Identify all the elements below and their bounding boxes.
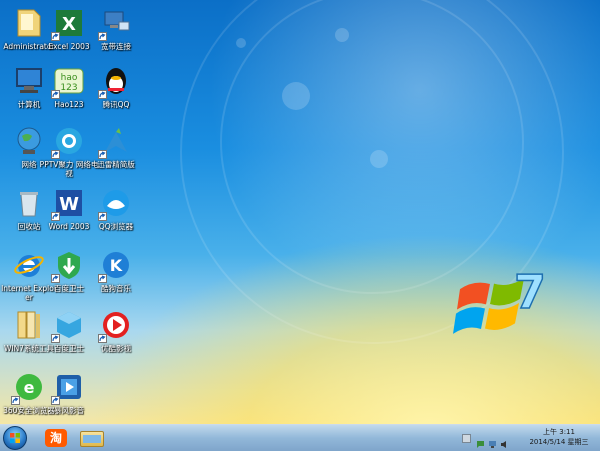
shortcut-arrow-icon [11, 396, 20, 405]
xunlei-icon [98, 124, 133, 159]
clock-time: 上午 3:11 [543, 428, 575, 436]
baofeng-icon [51, 370, 86, 405]
volume-icon[interactable] [500, 434, 509, 448]
svg-text:W: W [59, 194, 79, 215]
network-connection-icon [98, 6, 133, 41]
shortcut-arrow-icon [98, 150, 107, 159]
taskbar-clock[interactable]: 上午 3:11 2014/5/14 星期三 [528, 427, 590, 447]
desktop-icon-qq-browser[interactable]: QQ浏览器 [86, 186, 146, 231]
clock-date: 2014/5/14 星期三 [529, 438, 589, 446]
baidu-guard-icon [51, 248, 86, 283]
shortcut-arrow-icon [98, 334, 107, 343]
kugou-icon: K [98, 248, 133, 283]
shortcut-arrow-icon [51, 274, 60, 283]
svg-text:K: K [110, 256, 123, 275]
desktop-icon-label: 宽带连接 [101, 42, 131, 51]
windows-start-orb-icon[interactable] [3, 426, 27, 450]
svg-text:e: e [24, 378, 35, 397]
desktop-icon-network-connection[interactable]: 宽带连接 [86, 6, 146, 51]
shortcut-arrow-icon [98, 212, 107, 221]
shortcut-arrow-icon [98, 32, 107, 41]
excel-icon: X [51, 6, 86, 41]
desktop-icon-xunlei[interactable]: 迅雷精简版 [86, 124, 146, 169]
network-status-icon[interactable] [488, 434, 497, 448]
windows7-logo-icon: 7 [453, 264, 547, 334]
baidu-box-icon [51, 308, 86, 343]
desktop-icon-label: 酷狗音乐 [101, 284, 131, 293]
system-tray: 上午 3:11 2014/5/14 星期三 [454, 425, 594, 451]
shortcut-arrow-icon [51, 90, 60, 99]
desktop-icon-label: 迅雷精简版 [97, 160, 135, 169]
shortcut-arrow-icon [98, 90, 107, 99]
hao123-icon: hao 123 [51, 64, 86, 99]
shortcut-arrow-icon [51, 32, 60, 41]
shortcut-arrow-icon [51, 150, 60, 159]
shortcut-arrow-icon [98, 274, 107, 283]
youku-icon [98, 308, 133, 343]
action-center-icon[interactable] [476, 434, 485, 448]
svg-text:123: 123 [60, 83, 77, 93]
file-explorer-taskbar-button[interactable] [76, 427, 108, 449]
shortcut-arrow-icon [51, 212, 60, 221]
svg-text:X: X [62, 14, 76, 35]
shortcut-arrow-icon [51, 396, 60, 405]
desktop-icon-label: 腾讯QQ [102, 100, 130, 109]
desktop-icon-youku[interactable]: 优酷影视 [86, 308, 146, 353]
taobao-taskbar-button[interactable]: 淘 [40, 427, 72, 449]
pptv-icon [51, 124, 86, 159]
taskbar: 淘 上午 3:11 2014/5/14 星期三 [0, 424, 600, 451]
show-hidden-icons-icon[interactable] [462, 434, 471, 443]
svg-text:7: 7 [514, 265, 546, 319]
file-explorer-icon [80, 431, 104, 447]
desktop-icon-label: 暴风影音 [54, 406, 84, 415]
desktop-icon-baofeng[interactable]: 暴风影音 [39, 370, 99, 415]
shortcut-arrow-icon [51, 334, 60, 343]
desktop-icon-qq-penguin[interactable]: 腾讯QQ [86, 64, 146, 109]
desktop-icon-label: QQ浏览器 [98, 222, 134, 231]
svg-text:hao: hao [61, 73, 78, 83]
qq-browser-icon [98, 186, 133, 221]
desktop-icon-label: 优酷影视 [101, 344, 131, 353]
desktop-icon-kugou[interactable]: K 酷狗音乐 [86, 248, 146, 293]
taobao-icon: 淘 [45, 429, 67, 447]
qq-penguin-icon [98, 64, 133, 99]
word-icon: W [51, 186, 86, 221]
